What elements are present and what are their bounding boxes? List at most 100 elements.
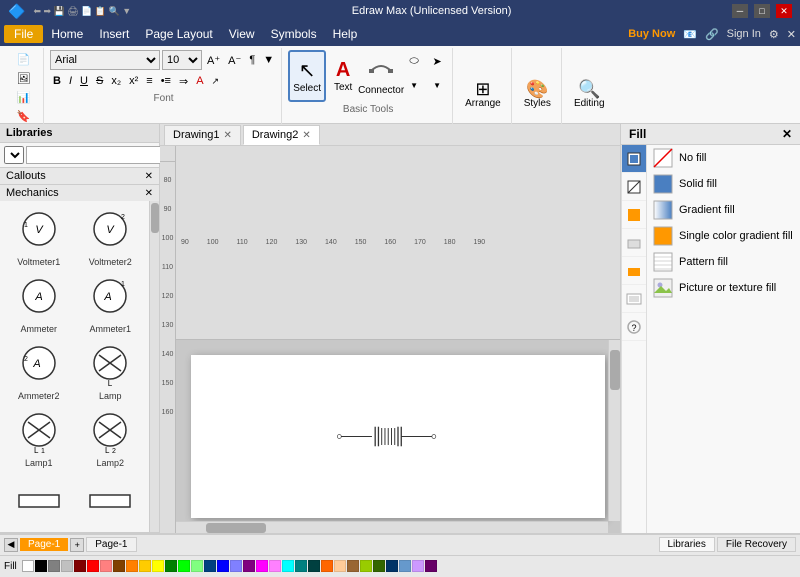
list-item[interactable]: V 1 Voltmeter1 (4, 205, 74, 270)
list-btn[interactable]: ≡ (143, 72, 155, 90)
fill-side-icon-1[interactable] (622, 145, 646, 173)
list-item[interactable]: A Ammeter (4, 272, 74, 337)
color-swatch[interactable] (425, 560, 437, 572)
library-search-input[interactable] (26, 146, 166, 164)
color-swatch[interactable] (178, 560, 190, 572)
fill-side-icon-2[interactable] (622, 173, 646, 201)
paragraph-btn[interactable]: ¶ (246, 51, 258, 69)
color-swatch[interactable] (35, 560, 47, 572)
font-color-btn[interactable]: A (193, 72, 206, 90)
indent-btn[interactable]: ⇒ (176, 72, 191, 90)
italic-btn[interactable]: I (66, 72, 75, 90)
shape-arrow-btn[interactable]: ➤ (426, 50, 448, 72)
strikethrough-btn[interactable]: S (93, 72, 106, 90)
color-swatch[interactable] (269, 560, 281, 572)
color-swatch[interactable] (256, 560, 268, 572)
menu-home[interactable]: Home (43, 25, 91, 43)
list-item[interactable]: A 2 Ammeter2 (4, 339, 74, 404)
color-swatch[interactable] (100, 560, 112, 572)
color-swatch[interactable] (217, 560, 229, 572)
extend-icon[interactable]: ✕ (787, 28, 796, 41)
page-prev-btn[interactable]: ◀ (4, 538, 18, 552)
tab-drawing1[interactable]: Drawing1 ✕ (164, 125, 241, 145)
overflow-btn[interactable]: ▼ (260, 51, 277, 69)
menu-file[interactable]: File (4, 25, 43, 43)
minimize-button[interactable]: ─ (732, 4, 748, 18)
tab-drawing1-close[interactable]: ✕ (223, 130, 231, 141)
callouts-close-icon[interactable]: ✕ (145, 171, 153, 182)
font-size-select[interactable]: 10 (162, 50, 202, 70)
menu-view[interactable]: View (221, 25, 263, 43)
close-button[interactable]: ✕ (776, 4, 792, 18)
fill-panel-close-icon[interactable]: ✕ (782, 127, 792, 141)
list-item[interactable]: L Lamp (76, 339, 146, 404)
styles-btn[interactable]: 🎨 Styles (520, 69, 555, 119)
color-swatch[interactable] (48, 560, 60, 572)
arrange-btn[interactable]: ⊞ Arrange (461, 69, 505, 119)
editing-btn[interactable]: 🔍 Editing (570, 69, 609, 119)
color-swatch[interactable] (126, 560, 138, 572)
color-swatch[interactable] (399, 560, 411, 572)
sign-in-link[interactable]: Sign In (727, 28, 761, 40)
shape-extra-btn[interactable]: ▼ (426, 74, 448, 96)
fill-option-solid[interactable]: Solid fill (647, 171, 800, 197)
libraries-tab[interactable]: Libraries (659, 537, 715, 552)
maximize-button[interactable]: □ (754, 4, 770, 18)
callouts-header[interactable]: Callouts ✕ (0, 168, 159, 184)
ribbon-file-btn2[interactable]: 🖼 (14, 69, 34, 87)
fill-option-gradient[interactable]: Gradient fill (647, 197, 800, 223)
buy-now-link[interactable]: Buy Now (628, 28, 675, 40)
color-swatch[interactable] (113, 560, 125, 572)
ribbon-file-btn4[interactable]: 🔖 (14, 107, 34, 125)
fill-side-icon-6[interactable] (622, 285, 646, 313)
toolbar-icon2[interactable]: 🔗 (705, 28, 719, 41)
mechanics-close-icon[interactable]: ✕ (145, 188, 153, 199)
mechanics-scrollbar[interactable] (149, 201, 159, 532)
fill-option-single-gradient[interactable]: Single color gradient fill (647, 223, 800, 249)
tab-drawing2-close[interactable]: ✕ (302, 130, 310, 141)
shape-oval-btn[interactable]: ⬭ (403, 50, 425, 72)
list-item[interactable] (4, 473, 74, 528)
fill-option-pattern[interactable]: Pattern fill (647, 249, 800, 275)
font-size-decrease[interactable]: A⁻ (225, 51, 244, 69)
ribbon-file-btn3[interactable]: 📊 (14, 88, 34, 106)
color-swatch[interactable] (61, 560, 73, 572)
color-swatch[interactable] (243, 560, 255, 572)
list-item[interactable]: L 2 Lamp2 (76, 406, 146, 471)
bold-btn[interactable]: B (50, 72, 64, 90)
color-swatch[interactable] (412, 560, 424, 572)
tab-drawing2[interactable]: Drawing2 ✕ (243, 125, 320, 145)
color-swatch[interactable] (152, 560, 164, 572)
color-swatch[interactable] (22, 560, 34, 572)
file-recovery-tab[interactable]: File Recovery (717, 537, 796, 552)
menu-symbols[interactable]: Symbols (263, 25, 325, 43)
color-swatch[interactable] (74, 560, 86, 572)
fill-side-icon-3[interactable] (622, 201, 646, 229)
list-item[interactable]: V 2 Voltmeter2 (76, 205, 146, 270)
toolbar-icon1[interactable]: 📧 (683, 28, 697, 41)
underline-btn[interactable]: U (77, 72, 91, 90)
fill-side-icon-4[interactable] (622, 229, 646, 257)
menu-help[interactable]: Help (325, 25, 366, 43)
fill-side-icon-7[interactable]: ? (622, 313, 646, 341)
select-tool-btn[interactable]: ↖ Select (288, 50, 326, 102)
color-swatch[interactable] (386, 560, 398, 572)
color-swatch[interactable] (282, 560, 294, 572)
fill-option-no-fill[interactable]: No fill (647, 145, 800, 171)
color-swatch[interactable] (360, 560, 372, 572)
ribbon-file-btn1[interactable]: 📄 (14, 50, 34, 68)
shape-more-btn[interactable]: ▼ (403, 74, 425, 96)
connector-tool-btn[interactable]: Connector (360, 50, 402, 102)
color-swatch[interactable] (87, 560, 99, 572)
text-tool-btn[interactable]: A Text (327, 50, 359, 102)
menu-page-layout[interactable]: Page Layout (137, 25, 220, 43)
mechanics-header[interactable]: Mechanics ✕ (0, 185, 159, 201)
color-swatch[interactable] (295, 560, 307, 572)
fill-option-picture[interactable]: Picture or texture fill (647, 275, 800, 301)
color-swatch[interactable] (308, 560, 320, 572)
page-tab[interactable]: Page-1 (86, 537, 136, 552)
color-swatch[interactable] (347, 560, 359, 572)
page-add-btn[interactable]: + (70, 538, 84, 552)
bullets-btn[interactable]: •≡ (158, 72, 174, 90)
color-swatch[interactable] (191, 560, 203, 572)
